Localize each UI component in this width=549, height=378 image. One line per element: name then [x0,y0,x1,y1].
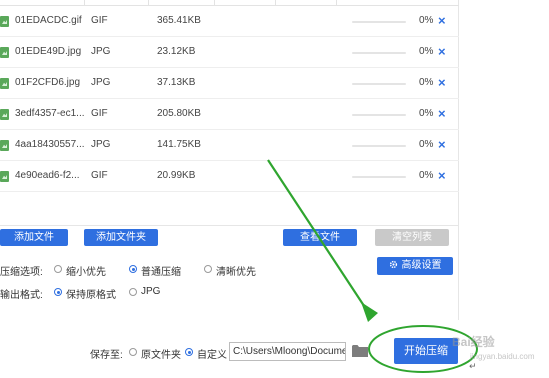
view-file-button[interactable]: 查看文件 [283,229,357,246]
compress-option-label: 压缩选项: [0,267,43,278]
progress-percent: 0% [419,46,434,57]
advanced-settings-label: 高级设置 [401,260,442,271]
output-format-label: 输出格式: [0,290,43,301]
save-option-text: 自定义 [197,350,227,361]
progress-percent: 0% [419,139,434,150]
remove-file-icon[interactable]: × [438,106,446,121]
folder-icon[interactable] [352,344,368,357]
file-type: GIF [91,170,108,181]
watermark-logo: Bai经验 [452,335,495,349]
file-type: GIF [91,15,108,26]
file-row[interactable]: 4e90ead6-f2... GIF 20.99KB 0% × [0,161,459,192]
file-name: 4e90ead6-f2... [15,170,80,181]
remove-file-icon[interactable]: × [438,44,446,59]
save-to-label: 保存至: [90,350,123,361]
progress-bar [352,176,406,178]
save-radio-custom[interactable] [185,348,193,356]
progress-bar [352,114,406,116]
progress-percent: 0% [419,77,434,88]
image-file-icon [0,16,9,27]
compress-radio-smallest[interactable] [54,265,62,273]
file-name: 01F2CFD6.jpg [15,77,81,88]
save-path-input[interactable]: C:\Users\Mloong\Docume [229,342,346,361]
file-name: 01EDACDC.gif [15,15,82,26]
progress-bar [352,83,406,85]
remove-file-icon[interactable]: × [438,13,446,28]
save-radio-original-folder[interactable] [129,348,137,356]
file-row[interactable]: 01EDE49D.jpg JPG 23.12KB 0% × [0,37,459,68]
file-size: 37.13KB [157,77,196,88]
clear-list-button[interactable]: 清空列表 [375,229,449,246]
add-folder-button[interactable]: 添加文件夹 [84,229,158,246]
progress-bar [352,145,406,147]
add-file-button[interactable]: 添加文件 [0,229,68,246]
file-size: 20.99KB [157,170,196,181]
compress-option-text: 清晰优先 [216,267,256,278]
progress-percent: 0% [419,170,434,181]
watermark-url: jingyan.baidu.com [470,352,535,361]
compress-radio-clarity[interactable] [204,265,212,273]
file-row[interactable]: 4aa18430557... JPG 141.75KB 0% × [0,130,459,161]
image-file-icon [0,47,9,58]
file-size: 23.12KB [157,46,196,57]
file-size: 365.41KB [157,15,201,26]
file-size: 141.75KB [157,139,201,150]
file-name: 4aa18430557... [15,139,85,150]
image-file-icon [0,109,9,120]
progress-bar [352,52,406,54]
progress-bar [352,21,406,23]
image-file-icon [0,140,9,151]
file-type: GIF [91,108,108,119]
format-radio-jpg[interactable] [129,288,137,296]
progress-percent: 0% [419,15,434,26]
save-option-text: 原文件夹 [141,350,181,361]
image-file-icon [0,78,9,89]
compress-option-text: 普通压缩 [141,267,181,278]
compress-option-text: 缩小优先 [66,267,106,278]
return-icon: ↵ [469,361,477,371]
compress-radio-normal[interactable] [129,265,137,273]
gear-icon [389,260,397,269]
file-row[interactable]: 01F2CFD6.jpg JPG 37.13KB 0% × [0,68,459,99]
remove-file-icon[interactable]: × [438,168,446,183]
file-type: JPG [91,139,111,150]
list-empty-area [0,194,459,226]
file-row[interactable]: 3edf4357-ec1... GIF 205.80KB 0% × [0,99,459,130]
file-name: 3edf4357-ec1... [15,108,85,119]
file-row[interactable]: 01EDACDC.gif GIF 365.41KB 0% × [0,6,459,37]
format-option-text: 保持原格式 [66,290,116,301]
format-option-text: JPG [141,286,161,297]
format-radio-original[interactable] [54,288,62,296]
file-name: 01EDE49D.jpg [15,46,82,57]
file-type: JPG [91,77,111,88]
progress-percent: 0% [419,108,434,119]
file-list-panel: 01EDACDC.gif GIF 365.41KB 0% × 01EDE49D.… [0,0,459,320]
remove-file-icon[interactable]: × [438,75,446,90]
start-compress-button[interactable]: 开始压缩 [394,338,458,364]
file-type: JPG [91,46,111,57]
remove-file-icon[interactable]: × [438,137,446,152]
advanced-settings-button[interactable]: 高级设置 [377,257,453,275]
file-size: 205.80KB [157,108,201,119]
image-file-icon [0,171,9,182]
